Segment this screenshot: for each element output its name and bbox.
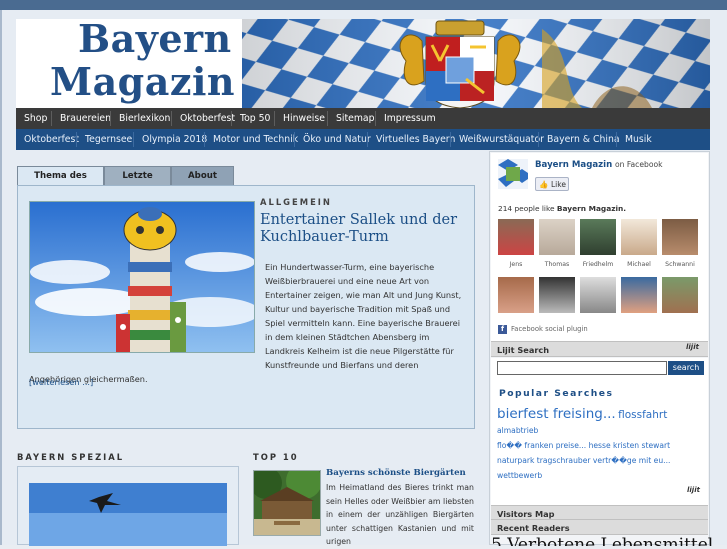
fan-avatar[interactable] <box>662 277 698 313</box>
biergarten-image[interactable] <box>253 470 321 536</box>
nav-virtuelles-bayern[interactable]: Virtuelles Bayern <box>376 129 455 150</box>
nav-hinweise[interactable]: Hinweise <box>283 108 325 129</box>
lijit-search-input[interactable] <box>497 361 667 375</box>
nav-sitemap[interactable]: Sitemap <box>336 108 375 129</box>
nav-oktoberfest[interactable]: Oktoberfest <box>180 108 235 129</box>
nav-musik[interactable]: Musik <box>625 129 652 150</box>
fan-avatar[interactable] <box>621 277 657 313</box>
bayern-spezial-box <box>17 466 239 546</box>
fan-name[interactable]: Schwanni <box>660 261 700 268</box>
tab-about[interactable]: About <box>171 166 234 185</box>
lijit-logo-icon: lijit <box>686 343 699 351</box>
nav-oeko-natur[interactable]: Öko und Natur <box>303 129 371 150</box>
lijit-search-box: search Popular Searches bierfest freisin… <box>491 358 708 506</box>
lijit-footer-logo-icon: lijit <box>687 486 700 494</box>
fan-avatar-friedhelm[interactable] <box>580 219 616 255</box>
nav-motor-technik[interactable]: Motor und Technik <box>213 129 298 150</box>
sidebar: Bayern Magazin on Facebook 👍 Like 214 pe… <box>489 151 716 546</box>
tag-link[interactable]: wettbewerb <box>497 471 542 480</box>
fan-avatar[interactable] <box>539 277 575 313</box>
tag-link[interactable]: almabtrieb <box>497 426 538 435</box>
spezial-image[interactable] <box>29 483 227 546</box>
tag-link[interactable]: flossfahrt <box>618 409 667 421</box>
top10-title[interactable]: Bayerns schönste Biergärten <box>326 468 466 478</box>
primary-nav: Shop Brauereien Bierlexikon Oktoberfest … <box>16 108 710 130</box>
nav-tegernsee[interactable]: Tegernsee <box>85 129 132 150</box>
tag-link[interactable]: flo�� franken preise... <box>497 441 586 450</box>
fan-avatar[interactable] <box>498 277 534 313</box>
recent-readers-heading[interactable]: Recent Readers <box>491 519 708 535</box>
top10-body: Im Heimatland des Bieres trinkt man sein… <box>326 483 474 547</box>
thumbs-up-icon: 👍 <box>539 180 549 189</box>
featured-category[interactable]: ALLGEMEIN <box>260 197 332 207</box>
tab-thema-des-monats[interactable]: Thema des Monats <box>17 166 104 200</box>
bayern-spezial-heading: BAYERN SPEZIAL <box>17 452 125 462</box>
nav-bayern-china[interactable]: Bayern & China <box>547 129 620 150</box>
page-thumbnail[interactable] <box>498 159 528 189</box>
lijit-search-button[interactable]: search <box>668 361 704 375</box>
top10-heading: TOP 10 <box>253 452 299 462</box>
fan-avatar-thomas[interactable] <box>539 219 575 255</box>
site-header[interactable]: Bayern Magazin <box>16 19 710 108</box>
featured-article: ALLGEMEIN Entertainer Sallek und der Kuc… <box>17 185 475 429</box>
featured-body: Ein Hundertwasser-Turm, eine bayerische … <box>29 260 465 386</box>
fan-name[interactable]: Michael <box>619 261 659 268</box>
featured-title[interactable]: Entertainer Sallek und der Kuchlbauer-Tu… <box>260 212 460 246</box>
lozenge-flag-icon <box>242 19 710 108</box>
fb-like-button[interactable]: 👍 Like <box>535 177 569 191</box>
popular-searches-heading: Popular Searches <box>499 388 614 399</box>
logo-line-2[interactable]: Magazin <box>50 59 235 104</box>
ad-banner-text[interactable]: 5 Verbotene Lebensmittel : <box>491 534 716 546</box>
fan-avatar-michael[interactable] <box>621 219 657 255</box>
nav-top50[interactable]: Top 50 <box>240 108 270 129</box>
secondary-nav: Oktoberfest Tegernsee Olympia 2018 Motor… <box>16 129 710 150</box>
fb-on-facebook: on Facebook <box>614 160 663 169</box>
fb-like-page[interactable]: Bayern Magazin. <box>557 204 626 213</box>
popular-tags: bierfest freising... flossfahrt almabtri… <box>497 407 703 483</box>
fan-avatar-jens[interactable] <box>498 219 534 255</box>
nav-impressum[interactable]: Impressum <box>384 108 436 129</box>
fb-plugin-label[interactable]: Facebook social plugin <box>511 325 588 333</box>
tag-link[interactable]: bierfest freising... <box>497 406 616 422</box>
nav-shop[interactable]: Shop <box>24 108 47 129</box>
fb-like-count: 214 people like <box>498 204 555 213</box>
facebook-like-box: Bayern Magazin on Facebook 👍 Like 214 pe… <box>491 153 708 343</box>
nav-oktoberfest-2[interactable]: Oktoberfest <box>24 129 79 150</box>
bavarian-flag-banner <box>242 19 710 108</box>
logo-line-1[interactable]: Bayern <box>78 19 232 61</box>
fb-page-name[interactable]: Bayern Magazin <box>535 160 612 170</box>
nav-olympia[interactable]: Olympia 2018 <box>142 129 207 150</box>
tag-link[interactable]: hesse kristen stewart <box>589 441 671 450</box>
nav-weisswurst[interactable]: Weißwurstäquator <box>459 129 544 150</box>
fan-name[interactable]: Jens <box>496 261 536 268</box>
fan-avatar-schwanni[interactable] <box>662 219 698 255</box>
top-strip <box>0 0 727 10</box>
lijit-search-heading: Lijit Search <box>491 341 708 357</box>
tab-letzte-artikel[interactable]: Letzte Artikel <box>104 166 171 200</box>
fan-name[interactable]: Friedhelm <box>578 261 618 268</box>
read-more-link[interactable]: [weiterlesen ...] <box>29 377 93 387</box>
fan-avatar[interactable] <box>580 277 616 313</box>
tag-link[interactable]: naturpark tragschrauber vertr��ge mit eu… <box>497 456 670 465</box>
nav-brauereien[interactable]: Brauereien <box>60 108 111 129</box>
nav-bierlexikon[interactable]: Bierlexikon <box>119 108 170 129</box>
facebook-icon: f <box>498 325 507 334</box>
fan-name[interactable]: Thomas <box>537 261 577 268</box>
